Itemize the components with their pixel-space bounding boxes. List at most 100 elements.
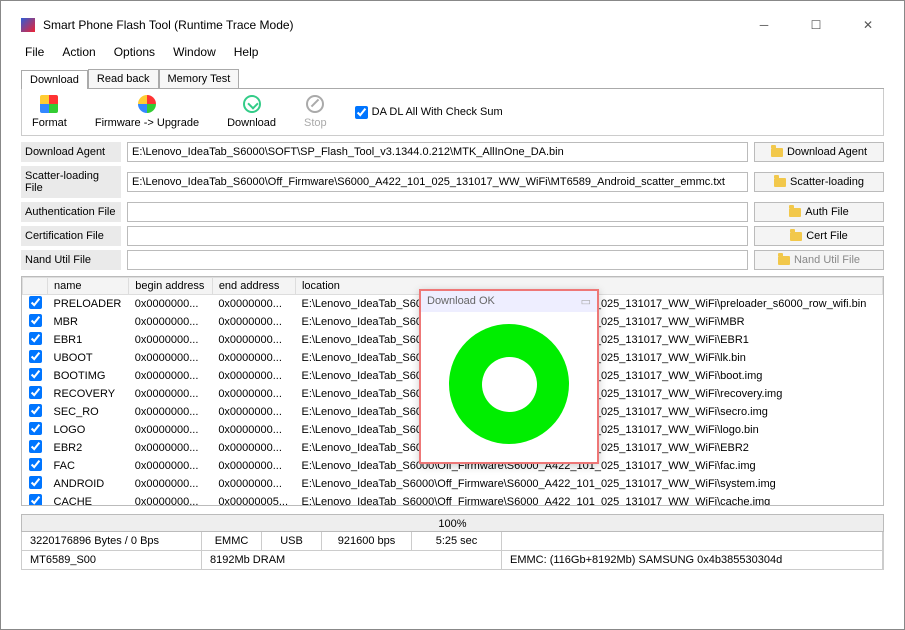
folder-icon bbox=[790, 232, 802, 241]
status-ram: 8192Mb DRAM bbox=[202, 551, 502, 569]
col-begin[interactable]: begin address bbox=[129, 278, 213, 295]
row-end: 0x0000000... bbox=[212, 421, 295, 439]
row-checkbox[interactable] bbox=[29, 476, 42, 489]
stop-icon bbox=[306, 95, 324, 113]
row-begin: 0x0000000... bbox=[129, 403, 213, 421]
col-name[interactable]: name bbox=[48, 278, 129, 295]
da-label: Download Agent bbox=[21, 142, 121, 162]
progress-bar: 100% bbox=[21, 514, 884, 532]
da-input[interactable] bbox=[127, 142, 748, 162]
row-checkbox[interactable] bbox=[29, 422, 42, 435]
status-emmc: EMMC: (116Gb+8192Mb) SAMSUNG 0x4b3855303… bbox=[502, 551, 883, 569]
ok-ring-icon bbox=[449, 324, 569, 444]
auth-input[interactable] bbox=[127, 202, 748, 222]
row-end: 0x0000000... bbox=[212, 295, 295, 314]
row-begin: 0x0000000... bbox=[129, 349, 213, 367]
row-checkbox[interactable] bbox=[29, 350, 42, 363]
row-checkbox[interactable] bbox=[29, 440, 42, 453]
scatter-input[interactable] bbox=[127, 172, 748, 192]
maximize-button[interactable]: ☐ bbox=[800, 15, 832, 35]
row-checkbox[interactable] bbox=[29, 314, 42, 327]
download-icon bbox=[243, 95, 261, 113]
auth-button[interactable]: Auth File bbox=[754, 202, 884, 222]
download-button[interactable]: Download bbox=[227, 95, 276, 129]
window-title: Smart Phone Flash Tool (Runtime Trace Mo… bbox=[43, 18, 748, 32]
row-end: 0x0000000... bbox=[212, 349, 295, 367]
tab-download[interactable]: Download bbox=[21, 70, 88, 89]
minimize-button[interactable]: ─ bbox=[748, 15, 780, 35]
stop-button[interactable]: Stop bbox=[304, 95, 327, 129]
row-begin: 0x0000000... bbox=[129, 421, 213, 439]
row-checkbox[interactable] bbox=[29, 296, 42, 309]
folder-icon bbox=[774, 178, 786, 187]
row-begin: 0x0000000... bbox=[129, 367, 213, 385]
row-end: 0x0000000... bbox=[212, 385, 295, 403]
row-checkbox[interactable] bbox=[29, 458, 42, 471]
popup-title: Download OK bbox=[427, 295, 495, 308]
col-end[interactable]: end address bbox=[212, 278, 295, 295]
row-begin: 0x0000000... bbox=[129, 295, 213, 314]
row-checkbox[interactable] bbox=[29, 386, 42, 399]
cert-button[interactable]: Cert File bbox=[754, 226, 884, 246]
scatter-label: Scatter-loading File bbox=[21, 166, 121, 198]
row-end: 0x0000000... bbox=[212, 367, 295, 385]
upgrade-button[interactable]: Firmware -> Upgrade bbox=[95, 95, 199, 129]
row-begin: 0x0000000... bbox=[129, 385, 213, 403]
row-loc: E:\Lenovo_IdeaTab_S6000\Off_Firmware\S60… bbox=[295, 493, 882, 506]
row-name: LOGO bbox=[48, 421, 129, 439]
tab-readback[interactable]: Read back bbox=[88, 69, 159, 88]
auth-label: Authentication File bbox=[21, 202, 121, 222]
row-begin: 0x0000000... bbox=[129, 331, 213, 349]
status-time: 5:25 sec bbox=[412, 532, 502, 550]
checksum-checkbox[interactable] bbox=[355, 106, 368, 119]
row-end: 0x0000000... bbox=[212, 403, 295, 421]
row-begin: 0x0000000... bbox=[129, 439, 213, 457]
close-button[interactable]: ✕ bbox=[852, 15, 884, 35]
row-begin: 0x0000000... bbox=[129, 457, 213, 475]
row-checkbox[interactable] bbox=[29, 368, 42, 381]
row-name: PRELOADER bbox=[48, 295, 129, 314]
folder-icon bbox=[789, 208, 801, 217]
row-name: FAC bbox=[48, 457, 129, 475]
menu-file[interactable]: File bbox=[25, 45, 44, 59]
da-button[interactable]: Download Agent bbox=[754, 142, 884, 162]
scatter-button[interactable]: Scatter-loading bbox=[754, 172, 884, 192]
row-end: 0x0000000... bbox=[212, 313, 295, 331]
row-end: 0x0000000... bbox=[212, 457, 295, 475]
file-fields: Download Agent Download Agent Scatter-lo… bbox=[21, 142, 884, 270]
row-checkbox[interactable] bbox=[29, 332, 42, 345]
tab-memorytest[interactable]: Memory Test bbox=[159, 69, 240, 88]
menu-help[interactable]: Help bbox=[234, 45, 259, 59]
row-end: 0x0000000... bbox=[212, 331, 295, 349]
format-button[interactable]: Format bbox=[32, 95, 67, 129]
cert-input[interactable] bbox=[127, 226, 748, 246]
row-name: MBR bbox=[48, 313, 129, 331]
menubar: File Action Options Window Help bbox=[21, 39, 884, 65]
status-row-2: MT6589_S00 8192Mb DRAM EMMC: (116Gb+8192… bbox=[21, 551, 884, 570]
nand-input[interactable] bbox=[127, 250, 748, 270]
table-row[interactable]: CACHE0x0000000...0x00000005...E:\Lenovo_… bbox=[23, 493, 883, 506]
upgrade-icon bbox=[138, 95, 156, 113]
toolbar: Format Firmware -> Upgrade Download Stop… bbox=[21, 89, 884, 136]
row-end: 0x0000000... bbox=[212, 475, 295, 493]
row-name: RECOVERY bbox=[48, 385, 129, 403]
row-begin: 0x0000000... bbox=[129, 475, 213, 493]
row-name: UBOOT bbox=[48, 349, 129, 367]
checksum-option[interactable]: DA DL All With Check Sum bbox=[355, 106, 503, 119]
nand-label: Nand Util File bbox=[21, 250, 121, 270]
row-checkbox[interactable] bbox=[29, 404, 42, 417]
menu-action[interactable]: Action bbox=[62, 45, 95, 59]
folder-icon bbox=[778, 256, 790, 265]
row-name: CACHE bbox=[48, 493, 129, 506]
row-checkbox[interactable] bbox=[29, 494, 42, 506]
menu-window[interactable]: Window bbox=[173, 45, 216, 59]
format-icon bbox=[40, 95, 58, 113]
status-row-1: 3220176896 Bytes / 0 Bps EMMC USB 921600… bbox=[21, 532, 884, 551]
row-name: SEC_RO bbox=[48, 403, 129, 421]
row-end: 0x0000000... bbox=[212, 439, 295, 457]
menu-options[interactable]: Options bbox=[114, 45, 155, 59]
row-end: 0x00000005... bbox=[212, 493, 295, 506]
row-name: EBR1 bbox=[48, 331, 129, 349]
popup-close-icon[interactable]: ▭ bbox=[581, 295, 591, 308]
table-row[interactable]: ANDROID0x0000000...0x0000000...E:\Lenovo… bbox=[23, 475, 883, 493]
